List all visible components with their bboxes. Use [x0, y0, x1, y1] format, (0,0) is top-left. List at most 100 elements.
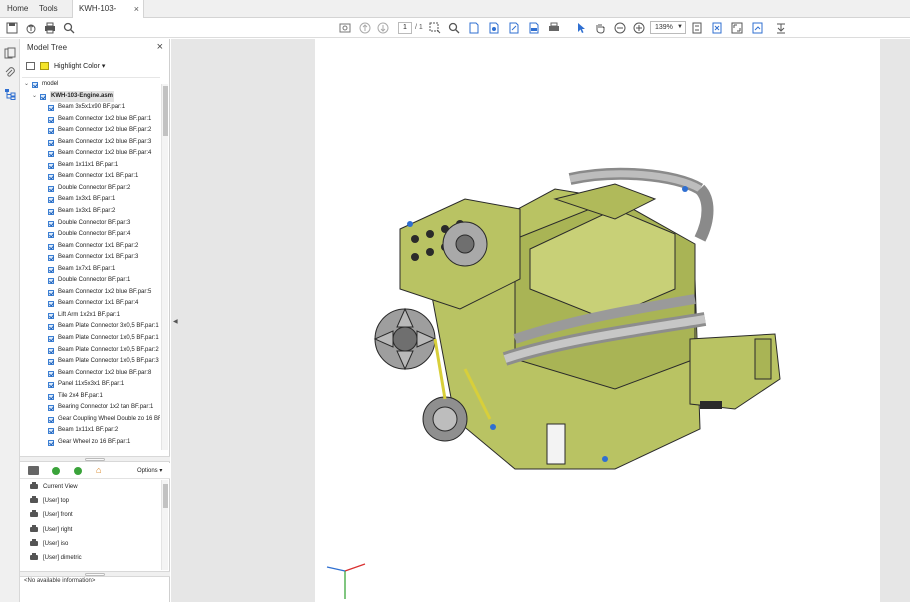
model-tree-icon[interactable]	[4, 88, 16, 100]
camera-icon[interactable]	[28, 466, 39, 475]
tree-part-row[interactable]: Beam Connector 1x1 BF.par:1	[48, 171, 160, 183]
tree-part-row[interactable]: Beam Connector 1x2 blue BF.par:2	[48, 125, 160, 137]
tree-part-row[interactable]: Panel 11x5x3x1 BF.par:1	[48, 379, 160, 391]
upload-icon[interactable]	[24, 21, 38, 35]
tree-part-row[interactable]: Double Connector BF.par:3	[48, 218, 160, 230]
tree-part-row[interactable]: Bearing Connector 1x2 tan BF.par:1	[48, 402, 160, 414]
checkbox-icon[interactable]	[48, 197, 54, 204]
save-icon[interactable]	[5, 21, 19, 35]
attachment-icon[interactable]	[4, 67, 16, 79]
splitter-grip[interactable]	[85, 573, 105, 576]
tree-part-row[interactable]: Double Connector BF.par:2	[48, 183, 160, 195]
checkbox-icon[interactable]	[48, 220, 54, 227]
highlight-swatch[interactable]	[40, 62, 49, 70]
collapse-panel-icon[interactable]: ◀	[173, 318, 178, 325]
checkbox-icon[interactable]	[48, 382, 54, 389]
tree-part-row[interactable]: Beam 1x11x1 BF.par:2	[48, 425, 160, 437]
checkbox-icon[interactable]	[48, 232, 54, 239]
checkbox-icon[interactable]	[48, 128, 54, 135]
tree-part-row[interactable]: Beam Connector 1x2 blue BF.par:5	[48, 287, 160, 299]
checkbox-icon[interactable]	[48, 116, 54, 123]
home-icon[interactable]: ⌂	[96, 466, 101, 475]
checkbox-icon[interactable]	[48, 278, 54, 285]
tree-part-row[interactable]: Double Connector BF.par:4	[48, 229, 160, 241]
tree-root[interactable]: ⌄ model	[24, 79, 160, 91]
tree-part-row[interactable]: Beam 1x7x1 BF.par:1	[48, 264, 160, 276]
checkbox-icon[interactable]	[48, 370, 54, 377]
checkbox-icon[interactable]	[48, 312, 54, 319]
checkbox-icon[interactable]	[48, 208, 54, 215]
tree-part-row[interactable]: Beam Connector 1x2 blue BF.par:1	[48, 114, 160, 126]
engine-3d-model[interactable]	[315, 39, 880, 602]
checkbox-icon[interactable]	[48, 359, 54, 366]
tree-assembly[interactable]: ⌄ KWH-103-Engine.asm	[32, 90, 160, 103]
tree-part-row[interactable]: Beam Connector 1x1 BF.par:4	[48, 298, 160, 310]
checkbox-icon[interactable]	[48, 416, 54, 423]
checkbox-icon[interactable]	[48, 151, 54, 158]
zoom-in-icon[interactable]	[632, 21, 646, 35]
pages-icon[interactable]	[4, 47, 16, 59]
sign-icon[interactable]	[751, 21, 765, 35]
hand-icon[interactable]	[593, 21, 607, 35]
checkbox-icon[interactable]	[48, 324, 54, 331]
checkbox-icon[interactable]	[48, 428, 54, 435]
tree-part-row[interactable]: Beam Connector 1x1 BF.par:3	[48, 252, 160, 264]
more-tools-icon[interactable]	[774, 21, 788, 35]
panel-splitter[interactable]	[20, 456, 170, 462]
checkbox-icon[interactable]	[48, 162, 54, 169]
close-icon[interactable]: ×	[157, 41, 163, 53]
document-page[interactable]	[315, 39, 880, 602]
tree-scrollbar-thumb[interactable]	[163, 86, 168, 136]
read-mode-icon[interactable]	[710, 21, 724, 35]
tree-part-row[interactable]: Beam Plate Connector 3x0,5 BF.par:1	[48, 321, 160, 333]
tree-part-row[interactable]: Beam Connector 1x2 blue BF.par:4	[48, 148, 160, 160]
page-number-input[interactable]: 1	[398, 22, 412, 34]
views-scrollbar-thumb[interactable]	[163, 484, 168, 508]
options-menu[interactable]: Options ▾	[137, 467, 162, 474]
chevron-down-icon[interactable]: ⌄	[24, 79, 29, 91]
printer-icon[interactable]	[547, 21, 561, 35]
chevron-down-icon[interactable]: ⌄	[32, 91, 37, 103]
tab-home[interactable]: Home	[7, 0, 28, 18]
document-icon[interactable]	[467, 21, 481, 35]
views-scrollbar[interactable]	[161, 480, 168, 570]
page-up-icon[interactable]	[358, 21, 372, 35]
print-doc-icon[interactable]	[527, 21, 541, 35]
zoom-search-icon[interactable]	[447, 21, 461, 35]
checkbox-icon[interactable]	[40, 93, 46, 100]
tree-part-row[interactable]: Beam Plate Connector 1x0,5 BF.par:3	[48, 356, 160, 368]
print-icon[interactable]	[43, 21, 57, 35]
tree-part-row[interactable]: Beam Connector 1x2 blue BF.par:3	[48, 137, 160, 149]
tree-part-row[interactable]: Tile 2x4 BF.par:1	[48, 391, 160, 403]
checkbox-icon[interactable]	[48, 243, 54, 250]
info-splitter[interactable]	[20, 571, 170, 577]
tree-scrollbar[interactable]	[161, 84, 168, 450]
checkbox-icon[interactable]	[48, 336, 54, 342]
tab-tools[interactable]: Tools	[39, 0, 58, 18]
options-icon[interactable]	[26, 62, 35, 70]
zoom-out-icon[interactable]	[613, 21, 627, 35]
tree-part-row[interactable]: Double Connector BF.par:1	[48, 275, 160, 287]
tree-part-row[interactable]: Gear Wheel zo 16 BF.par:1	[48, 437, 160, 449]
checkbox-icon[interactable]	[48, 405, 54, 412]
tree-part-row[interactable]: Beam Connector 1x1 BF.par:2	[48, 241, 160, 253]
checkbox-icon[interactable]	[48, 301, 54, 308]
edit-view-icon[interactable]	[74, 467, 82, 475]
checkbox-icon[interactable]	[32, 82, 38, 88]
close-tab-icon[interactable]: ×	[134, 0, 139, 18]
tree-part-row[interactable]: Beam 1x3x1 BF.par:2	[48, 206, 160, 218]
tree-part-row[interactable]: Beam Plate Connector 1x0,5 BF.par:2	[48, 345, 160, 357]
checkbox-icon[interactable]	[48, 255, 54, 262]
full-screen-icon[interactable]	[730, 21, 744, 35]
fit-page-icon[interactable]	[690, 21, 704, 35]
splitter-grip[interactable]	[85, 458, 105, 461]
tree-part-row[interactable]: Lift Arm 1x2x1 BF.par:1	[48, 310, 160, 322]
share-icon[interactable]	[507, 21, 521, 35]
checkbox-icon[interactable]	[48, 347, 54, 354]
tree-part-row[interactable]: Beam 1x11x1 BF.par:1	[48, 160, 160, 172]
tree-part-row[interactable]: Beam 1x3x1 BF.par:1	[48, 194, 160, 206]
add-view-icon[interactable]	[52, 467, 60, 475]
tree-part-row[interactable]: Beam Connector 1x2 blue BF.par:8	[48, 368, 160, 380]
checkbox-icon[interactable]	[48, 185, 54, 192]
checkbox-icon[interactable]	[48, 174, 54, 181]
